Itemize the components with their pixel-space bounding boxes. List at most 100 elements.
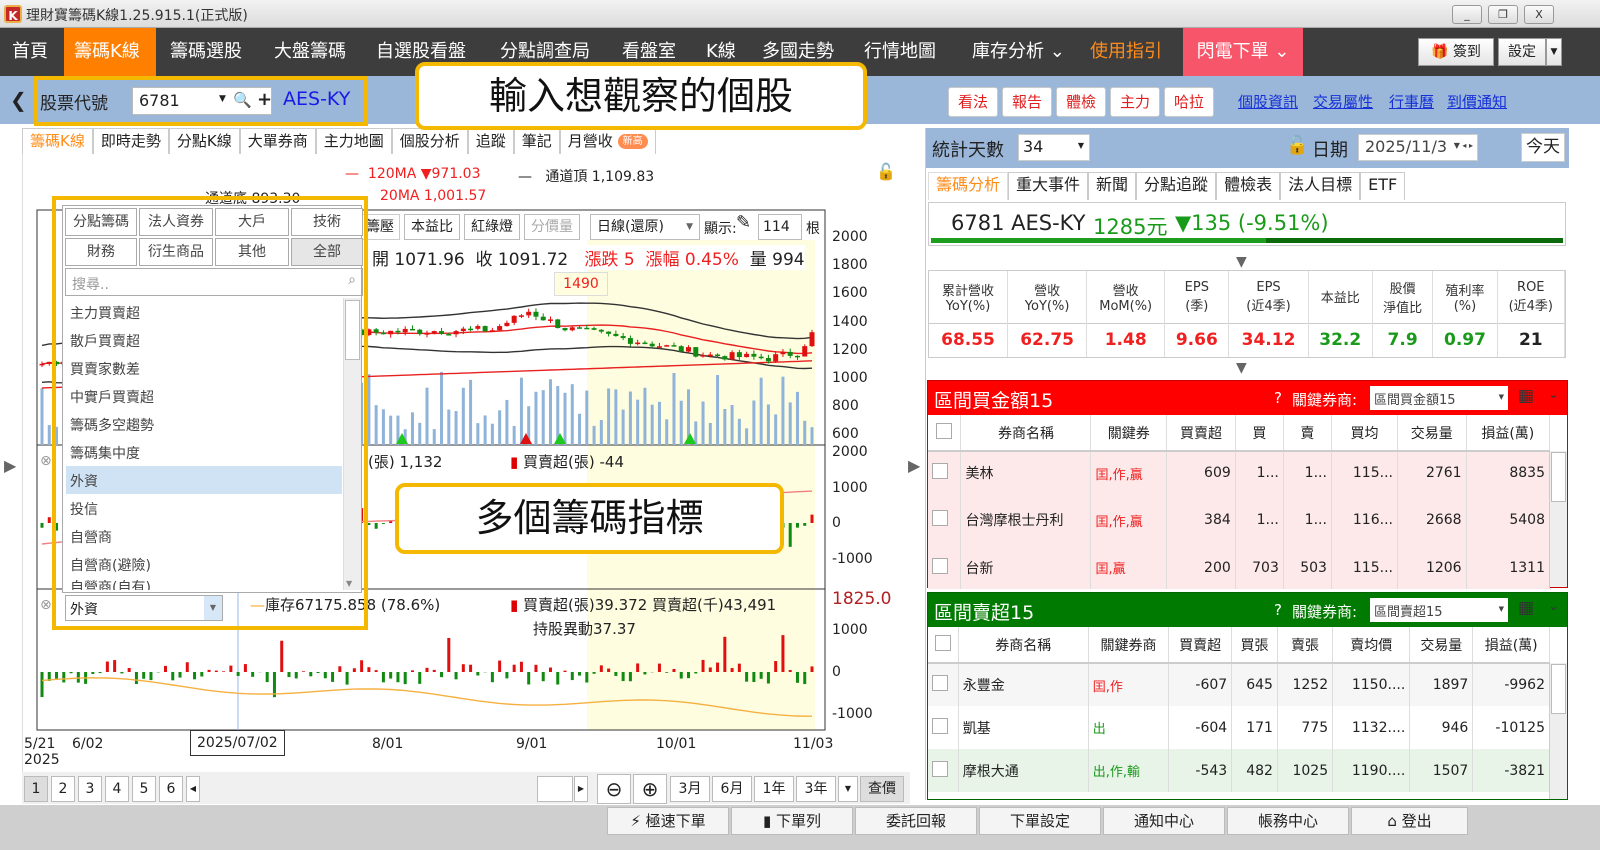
page-1-button[interactable]: 1 [24,776,48,802]
days-select[interactable]: 34 ▼ [1018,134,1090,161]
range-1y-button[interactable]: 1年 [754,776,794,802]
unlock-icon[interactable]: 🔓 [1286,135,1308,156]
close-ind1-icon[interactable]: ⊗ [40,453,52,469]
scrollbar-thumb[interactable] [1551,452,1566,502]
order-report-button[interactable]: 委託回報 [855,807,977,835]
indicator-option[interactable]: 買賣家數差 [70,359,140,379]
indicator-search-input[interactable]: 搜尋.. ⌕ [65,268,363,296]
chevron-down-icon[interactable]: ⌄ [1548,387,1559,402]
column-header[interactable]: 券商名稱 [958,627,1089,664]
tab-institutional-target[interactable]: 法人目標 [1280,172,1361,200]
minimize-button[interactable]: _ [1452,5,1482,24]
range-3m-button[interactable]: 3月 [670,776,710,802]
logout-button[interactable]: ⌂ 登出 [1351,807,1468,835]
scrollbar-thumb[interactable] [345,300,360,360]
price-volume-button[interactable]: 分價量 [524,214,580,240]
checkin-button[interactable]: 🎁 簽到 [1418,38,1494,66]
report-button[interactable]: 報告 [1002,87,1052,117]
checkup-button[interactable]: 體檢 [1056,87,1106,117]
dd-tab-technical[interactable]: 技術 [291,208,363,236]
select-all-checkbox[interactable] [928,415,962,452]
page-5-button[interactable]: 5 [132,776,156,802]
key-broker-select[interactable]: 區間買金額15 ▼ [1370,386,1508,410]
list-scrollbar[interactable]: ▼ [343,298,361,590]
close-button[interactable]: X [1524,5,1554,24]
period-select[interactable]: 日線(還原) ▼ [590,214,700,240]
column-header[interactable]: 交易量 [1397,415,1467,452]
column-header[interactable]: 賣 [1283,415,1332,452]
opinion-button[interactable]: 看法 [948,87,998,117]
query-price-button[interactable]: 查價 [860,776,904,802]
settings-dropdown-icon[interactable]: ▼ [1546,38,1562,66]
tab-branch-track[interactable]: 分點追蹤 [1136,172,1217,200]
page-3-button[interactable]: 3 [78,776,102,802]
candle-count-input[interactable]: 114 [758,214,802,240]
page-6-button[interactable]: 6 [159,776,183,802]
indicator-option[interactable]: 籌碼多空趨勢 [70,415,154,435]
column-header[interactable]: 賣均價 [1332,627,1411,664]
indicator-option-selected[interactable]: 外資 [70,471,98,491]
quick-order-button[interactable]: ⚡ 極速下單 [607,807,729,835]
collapse-arrow-icon[interactable]: ▼ [1236,360,1247,376]
column-header[interactable]: 買張 [1231,627,1278,664]
scroll-left-icon[interactable]: ◀ [186,776,200,802]
column-header[interactable]: 關鍵券 [1090,415,1168,452]
nav-portfolio-analysis[interactable]: 庫存分析 ⌄ [962,28,1075,76]
today-button[interactable]: 今天 [1521,133,1565,162]
pe-button[interactable]: 本益比 [404,214,460,240]
row-checkbox[interactable] [928,706,959,749]
column-header[interactable]: 損益(萬) [1466,415,1551,452]
indicator-option[interactable]: 籌碼集中度 [70,443,140,463]
column-header[interactable]: 關鍵券商 [1088,627,1170,664]
chat-button[interactable]: 哈拉 [1164,87,1214,117]
columns-icon[interactable]: ▦ [1518,598,1534,618]
column-header[interactable]: 買賣超 [1166,415,1236,452]
trade-attr-link[interactable]: 交易屬性 [1313,91,1373,112]
row-checkbox[interactable] [928,546,962,589]
chevron-down-icon[interactable]: ⌄ [1548,599,1559,614]
broker-row[interactable]: 美林 囯,作,贏 609 1... 1... 115... 2761 8835 [928,451,1551,494]
notification-center-button[interactable]: 通知中心 [1103,807,1225,835]
column-header[interactable]: 損益(萬) [1472,627,1550,664]
scroll-down-icon[interactable]: ▼ [346,579,352,588]
indicator-option[interactable]: 投信 [70,499,98,519]
help-icon[interactable]: ? [1274,389,1282,407]
range-3y-button[interactable]: 3年 [796,776,836,802]
zoom-out-icon[interactable]: ⊖ [597,774,631,804]
nav-flash-order[interactable]: 閃電下單 ⌄ [1183,28,1303,76]
date-nav-icons[interactable]: ▼ ◂ ▸ [1454,141,1473,150]
dd-tab-all[interactable]: 全部 [291,238,363,266]
restore-button[interactable]: ❐ [1488,5,1518,24]
settings-button[interactable]: 設定 [1498,38,1546,66]
indicator-select[interactable]: 外資 ▼ [65,595,223,621]
dd-tab-financial[interactable]: 財務 [65,238,137,266]
table-scrollbar[interactable] [1549,451,1567,587]
account-center-button[interactable]: 帳務中心 [1227,807,1349,835]
range-6m-button[interactable]: 6月 [712,776,752,802]
column-header[interactable]: 買賣超 [1168,627,1233,664]
tab-major-events[interactable]: 重大事件 [1008,172,1089,200]
zoom-in-icon[interactable]: ⊕ [633,774,667,804]
page-2-button[interactable]: 2 [51,776,75,802]
tab-chip-analysis[interactable]: 籌碼分析 [928,172,1009,200]
tab-news[interactable]: 新聞 [1088,172,1137,200]
range-dropdown-icon[interactable]: ▼ [838,776,858,802]
indicator-option[interactable]: 中實戶買賣超 [70,387,154,407]
dd-tab-derivatives[interactable]: 衍生商品 [139,238,213,266]
row-checkbox[interactable] [928,451,962,494]
page-4-button[interactable]: 4 [105,776,129,802]
broker-row[interactable]: 台新 囯,贏 200 703 503 115... 1206 1311 [928,546,1551,589]
column-header[interactable]: 買 [1235,415,1284,452]
dd-tab-other[interactable]: 其他 [215,238,289,266]
main-force-button[interactable]: 主力 [1110,87,1160,117]
row-checkbox[interactable] [928,749,959,792]
collapse-arrow-icon[interactable]: ▼ [1236,254,1247,270]
scroll-input[interactable] [537,776,573,802]
indicator-option[interactable]: 自營商 [70,527,112,547]
columns-icon[interactable]: ▦ [1518,386,1534,406]
stock-info-link[interactable]: 個股資訊 [1238,91,1298,112]
indicator-option[interactable]: 散戶買賣超 [70,331,140,351]
broker-row[interactable]: 台灣摩根士丹利 囯,作,贏 384 1... 1... 116... 2668 5408 [928,494,1551,546]
close-ind2-icon[interactable]: ⊗ [40,597,52,613]
broker-row[interactable]: 凱基出 -604 171 775 1132.... 946 -10125 [928,706,1550,749]
